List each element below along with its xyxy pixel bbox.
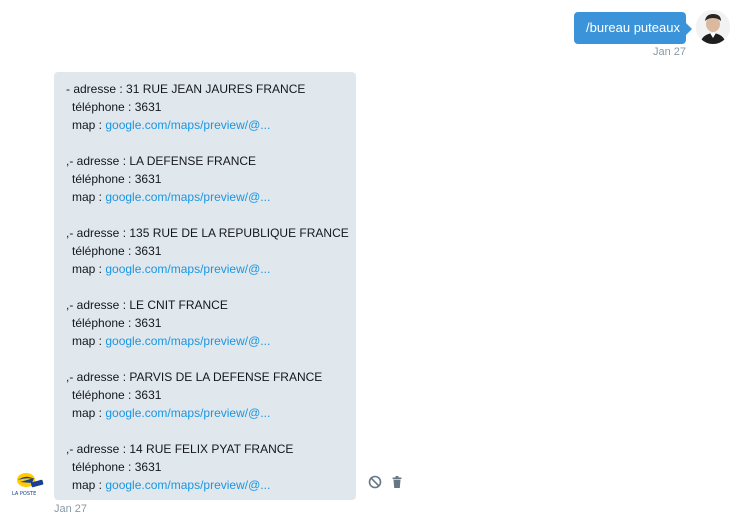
map-link[interactable]: google.com/maps/preview/@... [105,478,270,492]
map-label: map : [72,478,106,492]
map-link[interactable]: google.com/maps/preview/@... [105,118,270,132]
user-avatar-image [696,10,730,44]
address-entry: - adresse : 31 RUE JEAN JAURES FRANCE té… [66,80,356,134]
map-line: map : google.com/maps/preview/@... [66,404,356,422]
address-entry: ,- adresse : 14 RUE FELIX PYAT FRANCE té… [66,440,356,494]
map-label: map : [72,406,106,420]
map-label: map : [72,190,106,204]
address-line: ,- adresse : LA DEFENSE FRANCE [66,154,257,168]
la-poste-logo-icon: LA POSTE [12,473,44,497]
address-entry: ,- adresse : LA DEFENSE FRANCE téléphone… [66,152,356,206]
map-line: map : google.com/maps/preview/@... [66,476,356,494]
address-line: ,- adresse : PARVIS DE LA DEFENSE FRANCE [66,370,323,384]
phone-line: téléphone : 3631 [72,244,162,258]
map-label: map : [72,262,106,276]
outgoing-message[interactable]: /bureau puteaux [574,12,692,44]
map-link[interactable]: google.com/maps/preview/@... [105,334,270,348]
map-line: map : google.com/maps/preview/@... [66,116,356,134]
address-line: - adresse : 31 RUE JEAN JAURES FRANCE [66,82,306,96]
address-entry: ,- adresse : 135 RUE DE LA REPUBLIQUE FR… [66,224,356,278]
map-line: map : google.com/maps/preview/@... [66,332,356,350]
phone-line: téléphone : 3631 [72,172,162,186]
incoming-timestamp: Jan 27 [54,503,88,515]
trash-icon[interactable] [390,475,404,489]
address-entry: ,- adresse : LE CNIT FRANCE téléphone : … [66,296,356,350]
phone-line: téléphone : 3631 [72,316,162,330]
map-line: map : google.com/maps/preview/@... [66,260,356,278]
outgoing-timestamp: Jan 27 [652,46,686,58]
outgoing-message-text: /bureau puteaux [586,20,680,35]
address-line: ,- adresse : LE CNIT FRANCE [66,298,228,312]
phone-line: téléphone : 3631 [72,388,162,402]
conversation-view: /bureau puteaux Jan 27 LA POSTE - adress… [0,0,740,526]
block-icon[interactable] [368,475,382,489]
map-line: map : google.com/maps/preview/@... [66,188,356,206]
address-entry: ,- adresse : PARVIS DE LA DEFENSE FRANCE… [66,368,356,422]
map-label: map : [72,118,106,132]
svg-text:LA POSTE: LA POSTE [12,491,36,497]
incoming-message[interactable]: - adresse : 31 RUE JEAN JAURES FRANCE té… [54,72,356,500]
bot-avatar[interactable]: LA POSTE [12,470,46,498]
phone-line: téléphone : 3631 [72,460,162,474]
map-link[interactable]: google.com/maps/preview/@... [105,262,270,276]
address-line: ,- adresse : 135 RUE DE LA REPUBLIQUE FR… [66,226,349,240]
phone-line: téléphone : 3631 [72,100,162,114]
map-label: map : [72,334,106,348]
map-link[interactable]: google.com/maps/preview/@... [105,190,270,204]
address-line: ,- adresse : 14 RUE FELIX PYAT FRANCE [66,442,294,456]
map-link[interactable]: google.com/maps/preview/@... [105,406,270,420]
user-avatar[interactable] [696,10,730,44]
